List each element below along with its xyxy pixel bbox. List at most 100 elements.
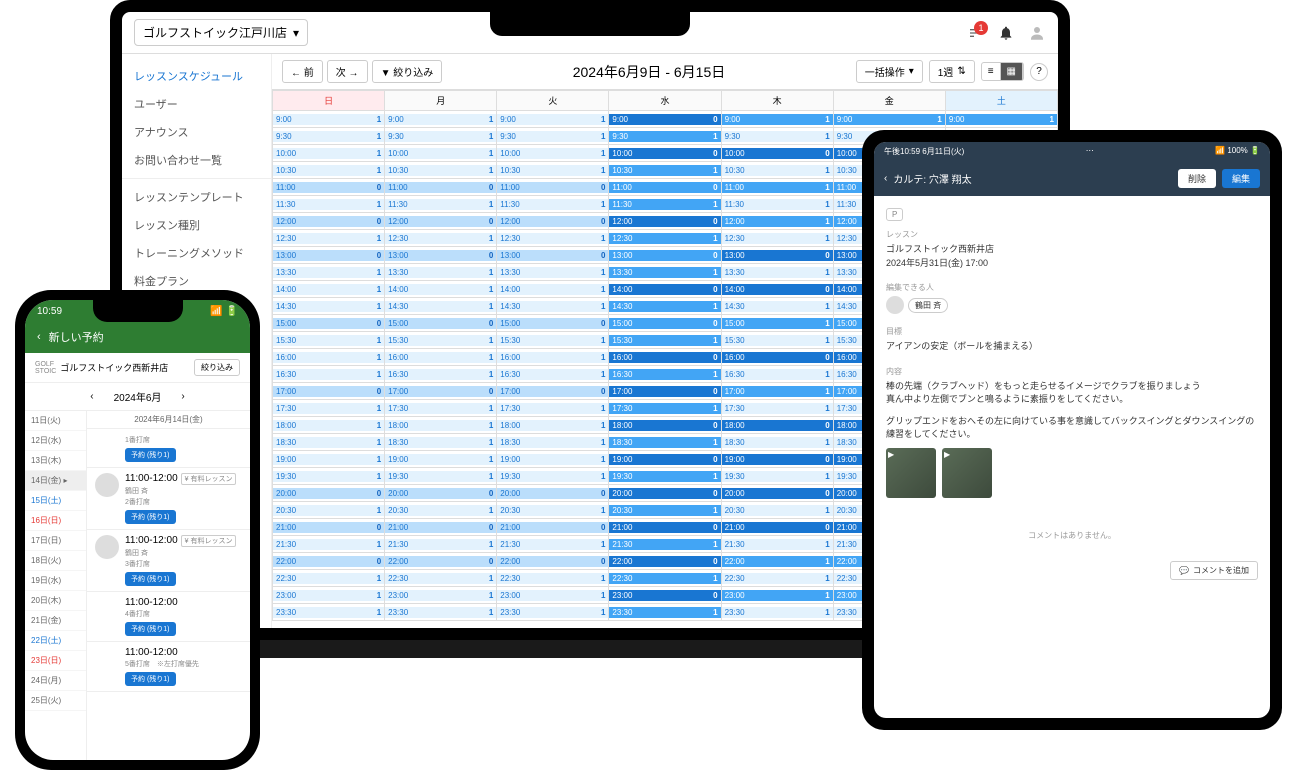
time-slot[interactable]: 14:301 <box>385 301 496 312</box>
edit-button[interactable]: 編集 <box>1222 169 1260 188</box>
time-slot[interactable]: 22:000 <box>497 556 608 567</box>
time-slot[interactable]: 20:301 <box>722 505 833 516</box>
time-slot[interactable]: 23:301 <box>722 607 833 618</box>
time-slot[interactable]: 11:001 <box>722 182 833 193</box>
sidebar-item[interactable]: レッスンテンプレート <box>122 183 271 211</box>
time-slot[interactable]: 11:301 <box>722 199 833 210</box>
time-slot[interactable]: 10:000 <box>722 148 833 159</box>
time-slot[interactable]: 21:000 <box>609 522 720 533</box>
phone-date[interactable]: 16日(日) <box>25 511 86 531</box>
time-slot[interactable]: 14:301 <box>609 301 720 312</box>
phone-date[interactable]: 21日(金) <box>25 611 86 631</box>
time-slot[interactable]: 23:301 <box>385 607 496 618</box>
time-slot[interactable]: 20:301 <box>609 505 720 516</box>
time-slot[interactable]: 9:001 <box>946 114 1057 125</box>
time-slot[interactable]: 22:301 <box>722 573 833 584</box>
time-slot[interactable]: 22:000 <box>273 556 384 567</box>
time-slot[interactable]: 12:000 <box>385 216 496 227</box>
time-slot[interactable]: 17:301 <box>722 403 833 414</box>
time-slot[interactable]: 9:001 <box>722 114 833 125</box>
store-selector[interactable]: ゴルフストイック江戸川店 ▾ <box>134 19 308 46</box>
video-thumbnail[interactable] <box>942 448 992 498</box>
time-slot[interactable]: 17:301 <box>273 403 384 414</box>
time-slot[interactable]: 11:000 <box>385 182 496 193</box>
time-slot[interactable]: 14:301 <box>273 301 384 312</box>
time-slot[interactable]: 15:301 <box>609 335 720 346</box>
time-slot[interactable]: 18:001 <box>273 420 384 431</box>
time-slot[interactable]: 9:001 <box>497 114 608 125</box>
time-slot[interactable]: 13:301 <box>609 267 720 278</box>
time-slot[interactable]: 19:000 <box>722 454 833 465</box>
time-slot[interactable]: 20:000 <box>609 488 720 499</box>
time-slot[interactable]: 16:001 <box>497 352 608 363</box>
bulk-action-select[interactable]: 一括操作 ▾ <box>856 60 923 83</box>
time-slot[interactable]: 21:301 <box>385 539 496 550</box>
view-list-icon[interactable]: ≡ <box>982 63 1001 80</box>
delete-button[interactable]: 削除 <box>1178 169 1216 188</box>
time-slot[interactable]: 17:301 <box>497 403 608 414</box>
time-slot[interactable]: 17:301 <box>609 403 720 414</box>
time-slot[interactable]: 13:000 <box>273 250 384 261</box>
time-slot[interactable]: 22:301 <box>609 573 720 584</box>
range-select[interactable]: 1週 ⇅ <box>929 60 975 83</box>
time-slot[interactable]: 13:000 <box>497 250 608 261</box>
time-slot[interactable]: 19:001 <box>497 454 608 465</box>
time-slot[interactable]: 14:001 <box>497 284 608 295</box>
reserve-button[interactable]: 予約 (残り1) <box>125 622 176 636</box>
time-slot[interactable]: 22:000 <box>385 556 496 567</box>
time-slot[interactable]: 20:000 <box>497 488 608 499</box>
time-slot[interactable]: 15:301 <box>385 335 496 346</box>
view-toggle[interactable]: ≡ ▦ <box>981 62 1024 81</box>
time-slot[interactable]: 10:301 <box>609 165 720 176</box>
time-slot[interactable]: 15:000 <box>609 318 720 329</box>
time-slot[interactable]: 20:301 <box>497 505 608 516</box>
time-slot[interactable]: 10:001 <box>385 148 496 159</box>
time-slot[interactable]: 11:301 <box>497 199 608 210</box>
time-slot[interactable]: 11:301 <box>273 199 384 210</box>
time-slot[interactable]: 22:301 <box>497 573 608 584</box>
time-slot[interactable]: 12:301 <box>609 233 720 244</box>
time-slot[interactable]: 18:301 <box>385 437 496 448</box>
phone-date[interactable]: 12日(水) <box>25 431 86 451</box>
video-thumbnail[interactable] <box>886 448 936 498</box>
reserve-button[interactable]: 予約 (残り1) <box>125 448 176 462</box>
time-slot[interactable]: 20:301 <box>273 505 384 516</box>
time-slot[interactable]: 13:000 <box>385 250 496 261</box>
time-slot[interactable]: 20:000 <box>722 488 833 499</box>
time-slot[interactable]: 14:001 <box>385 284 496 295</box>
phone-date[interactable]: 17日(日) <box>25 531 86 551</box>
phone-date[interactable]: 24日(月) <box>25 671 86 691</box>
time-slot[interactable]: 9:301 <box>497 131 608 142</box>
time-slot[interactable]: 23:301 <box>497 607 608 618</box>
time-slot[interactable]: 23:001 <box>273 590 384 601</box>
phone-date[interactable]: 15日(土) <box>25 491 86 511</box>
add-comment-button[interactable]: 💬 コメントを追加 <box>1170 561 1258 580</box>
time-slot[interactable]: 18:000 <box>722 420 833 431</box>
phone-filter-button[interactable]: 絞り込み <box>194 359 240 376</box>
time-slot[interactable]: 12:301 <box>722 233 833 244</box>
time-slot[interactable]: 23:001 <box>497 590 608 601</box>
time-slot[interactable]: 20:301 <box>385 505 496 516</box>
phone-date-list[interactable]: 11日(火)12日(水)13日(木)14日(金) ▸15日(土)16日(日)17… <box>25 411 87 760</box>
time-slot[interactable]: 20:000 <box>385 488 496 499</box>
time-slot[interactable]: 17:001 <box>722 386 833 397</box>
user-icon[interactable] <box>1028 24 1046 42</box>
time-slot[interactable]: 17:000 <box>273 386 384 397</box>
time-slot[interactable]: 12:301 <box>273 233 384 244</box>
time-slot[interactable]: 21:000 <box>497 522 608 533</box>
time-slot[interactable]: 23:000 <box>609 590 720 601</box>
time-slot[interactable]: 9:001 <box>385 114 496 125</box>
time-slot[interactable]: 10:001 <box>497 148 608 159</box>
time-slot[interactable]: 9:301 <box>385 131 496 142</box>
time-slot[interactable]: 16:001 <box>385 352 496 363</box>
time-slot[interactable]: 21:301 <box>722 539 833 550</box>
time-slot[interactable]: 13:301 <box>273 267 384 278</box>
time-slot[interactable]: 15:000 <box>273 318 384 329</box>
time-slot[interactable]: 10:301 <box>385 165 496 176</box>
time-slot[interactable]: 10:000 <box>609 148 720 159</box>
time-slot[interactable]: 12:000 <box>497 216 608 227</box>
time-slot[interactable]: 16:301 <box>385 369 496 380</box>
time-slot[interactable]: 11:301 <box>609 199 720 210</box>
time-slot[interactable]: 10:001 <box>273 148 384 159</box>
time-slot[interactable]: 21:301 <box>273 539 384 550</box>
